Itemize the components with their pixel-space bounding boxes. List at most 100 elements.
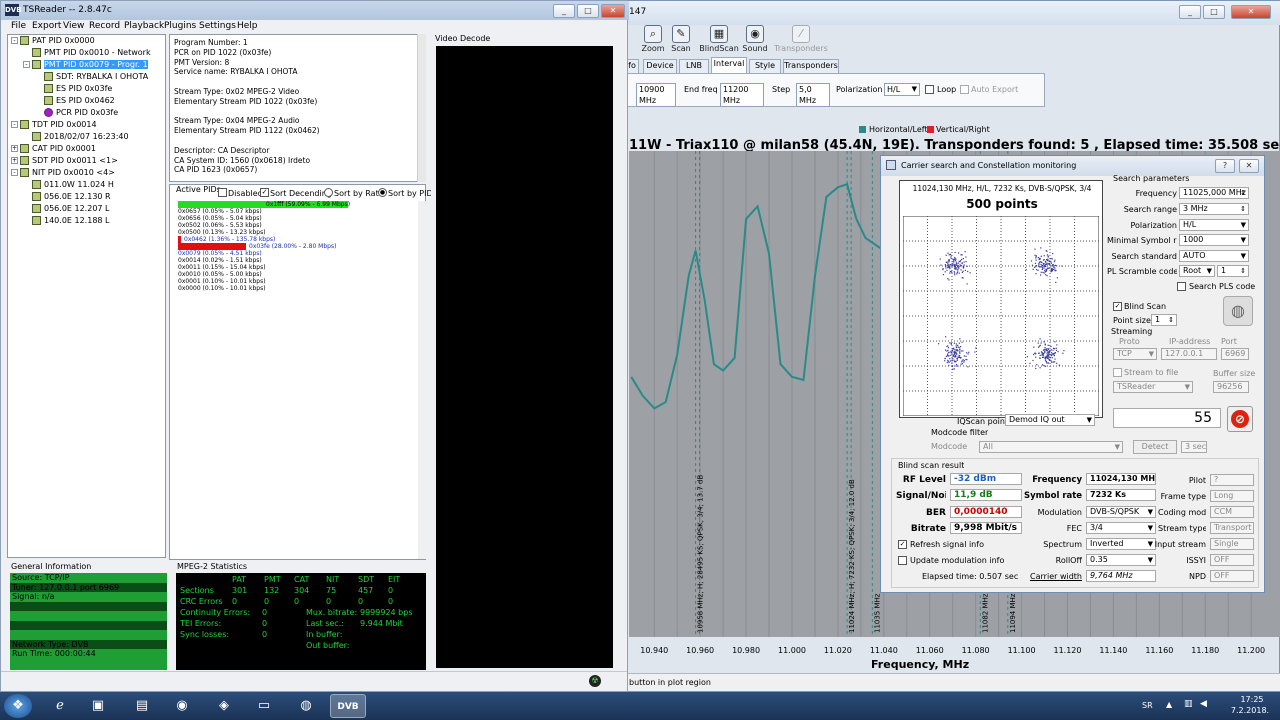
detect-seconds-select[interactable]: 3 sec: [1181, 441, 1207, 453]
media-player-icon[interactable]: ▣: [80, 694, 116, 718]
tree-node[interactable]: - PMT PID 0x0079 - Progr. 1: [8, 59, 165, 71]
detect-button[interactable]: Detect: [1133, 440, 1177, 454]
expand-icon[interactable]: +: [11, 145, 18, 152]
pl-code-input[interactable]: 1 ⇕: [1217, 265, 1249, 277]
tree-node[interactable]: 056.0E 12.207 L: [8, 203, 165, 215]
point-size-input[interactable]: 1 ⇕: [1151, 314, 1177, 326]
sort-rate-radio[interactable]: [324, 188, 333, 197]
sound-button[interactable]: ◉ Sound: [735, 23, 775, 57]
frequency-input[interactable]: 11025,000 MHz ⇕: [1179, 187, 1249, 199]
port-input[interactable]: 6969: [1221, 348, 1249, 360]
menu-export[interactable]: Export: [32, 21, 61, 31]
loop-checkbox[interactable]: [925, 85, 934, 94]
search-pls-checkbox[interactable]: [1177, 282, 1186, 291]
chrome-icon[interactable]: ◉: [164, 694, 200, 718]
blind-scan-checkbox[interactable]: ✓: [1113, 302, 1122, 311]
collapse-icon[interactable]: -: [11, 169, 18, 176]
tsr-close-button[interactable]: ✕: [601, 4, 625, 18]
reader-select[interactable]: TSReader ▼: [1113, 381, 1193, 393]
end-freq-input[interactable]: 11200 MHz: [720, 83, 764, 107]
tab-device[interactable]: Device: [643, 59, 677, 73]
ip-input[interactable]: 127.0.0.1: [1161, 348, 1217, 360]
spinner-icon[interactable]: ⇕: [1240, 266, 1246, 276]
update-modulation-checkbox[interactable]: [898, 556, 907, 565]
pid-row[interactable]: 0x0014 (0.02% - 1.51 kbps): [178, 257, 418, 264]
spinner-icon[interactable]: ⇕: [1240, 204, 1246, 214]
tree-node[interactable]: ES PID 0x0462: [8, 95, 165, 107]
tree-node[interactable]: PMT PID 0x0010 - Network: [8, 47, 165, 59]
globe-icon[interactable]: ◍: [288, 694, 324, 718]
tree-node[interactable]: ES PID 0x03fe: [8, 83, 165, 95]
iqscan-select[interactable]: Demod IQ out ▼: [1005, 414, 1095, 426]
pid-row[interactable]: 0x1fff (59.09% - 6.99 Mbps): [178, 201, 418, 208]
menu-plugins[interactable]: Plugins: [164, 21, 196, 31]
tree-node[interactable]: - TDT PID 0x0014: [8, 119, 165, 131]
network-icon[interactable]: ▥: [1184, 699, 1193, 709]
fec-select[interactable]: 3/4 ▼: [1086, 522, 1156, 534]
buffer-size-input[interactable]: 96256: [1213, 381, 1249, 393]
pid-row[interactable]: 0x0000 (0.10% - 10.01 kbps): [178, 285, 418, 292]
pids-scrollbar[interactable]: [418, 201, 426, 559]
stream-to-file-checkbox[interactable]: [1113, 368, 1122, 377]
menu-view[interactable]: View: [63, 21, 84, 31]
menu-file[interactable]: File: [11, 21, 26, 31]
pid-row[interactable]: 0x0657 (0.05% - 5.07 kbps): [178, 208, 418, 215]
start-button[interactable]: ❖: [4, 694, 32, 718]
tab-lnb[interactable]: LNB: [679, 59, 709, 73]
proto-select[interactable]: TCP ▼: [1113, 348, 1157, 360]
search-standard-select[interactable]: AUTO ▼: [1179, 250, 1249, 262]
tree-node[interactable]: PCR PID 0x03fe: [8, 107, 165, 119]
help-button[interactable]: ?: [1215, 159, 1235, 173]
tree-node[interactable]: 056.0E 12.130 R: [8, 191, 165, 203]
rolloff-select[interactable]: 0.35 ▼: [1086, 554, 1156, 566]
tree-node[interactable]: 011.0W 11.024 H: [8, 179, 165, 191]
step-input[interactable]: 5,0 MHz: [796, 83, 830, 107]
sort-desc-checkbox[interactable]: ✓: [260, 188, 269, 197]
ie-icon[interactable]: ℯ: [42, 694, 78, 718]
pid-row[interactable]: 0x0001 (0.10% - 10.01 kbps): [178, 278, 418, 285]
pid-row[interactable]: 0x0462 (1.36% - 135.78 kbps): [178, 236, 418, 243]
spinner-icon[interactable]: ⇕: [1168, 315, 1174, 325]
tree-node[interactable]: 2018/02/07 16:23:40: [8, 131, 165, 143]
modcode-select[interactable]: All ▼: [979, 441, 1123, 453]
start-freq-input[interactable]: 10900 MHz: [636, 83, 676, 107]
pid-row[interactable]: 0x0011 (0.15% - 15.04 kbps): [178, 264, 418, 271]
tab-style[interactable]: Style: [749, 59, 781, 73]
sort-pid-radio[interactable]: ●: [378, 188, 387, 197]
min-symbol-rate-select[interactable]: 1000 ▼: [1179, 234, 1249, 246]
modulation-select[interactable]: DVB-S/QPSK ▼: [1086, 506, 1156, 518]
pid-row[interactable]: 0x0500 (0.13% - 13.23 kbps): [178, 229, 418, 236]
minimize-button[interactable]: _: [1179, 5, 1201, 19]
polarization-select[interactable]: H/L ▼: [1179, 219, 1249, 231]
tree-node[interactable]: + CAT PID 0x0001: [8, 143, 165, 155]
menu-playback[interactable]: Playback: [124, 21, 164, 31]
collapse-icon[interactable]: -: [23, 61, 30, 68]
menu-settings[interactable]: Settings: [199, 21, 236, 31]
satellite-dish-icon[interactable]: ◍: [1223, 296, 1253, 326]
scan-button[interactable]: ✎ Scan: [661, 23, 701, 57]
info-scrollbar[interactable]: [417, 34, 426, 182]
clock-time[interactable]: 17:25: [1232, 695, 1272, 704]
pid-row[interactable]: 0x03fe (28.00% - 2.80 Mbps): [178, 243, 418, 250]
close-button[interactable]: ✕: [1231, 5, 1271, 19]
spectrum-select[interactable]: Inverted ▼: [1086, 538, 1156, 550]
pid-row[interactable]: 0x0079 (0.05% - 4.51 kbps): [178, 250, 418, 257]
nvidia-icon[interactable]: ◈: [206, 694, 242, 718]
search-range-input[interactable]: 3 MHz ⇕: [1179, 203, 1249, 215]
clock-date[interactable]: 7.2.2018.: [1228, 706, 1272, 715]
carrier-width-label[interactable]: Carrier width: [1024, 572, 1082, 581]
tsr-minimize-button[interactable]: _: [553, 4, 575, 18]
language-indicator[interactable]: SR: [1142, 701, 1153, 710]
folder-icon[interactable]: ▤: [124, 694, 160, 718]
volume-icon[interactable]: ◀: [1200, 699, 1207, 709]
polarization-select[interactable]: H/L ▼: [884, 83, 920, 96]
auto-export-checkbox[interactable]: [960, 85, 969, 94]
transponders-button[interactable]: ⁄ Transponders: [773, 23, 829, 57]
dialog-close-button[interactable]: ✕: [1239, 159, 1259, 173]
tree-node[interactable]: SDT: RYBALKA I OHOTA: [8, 71, 165, 83]
tsreader-taskbar-button[interactable]: DVB: [330, 694, 366, 718]
pid-row[interactable]: 0x0656 (0.05% - 5.04 kbps): [178, 215, 418, 222]
app-icon[interactable]: ▭: [246, 694, 282, 718]
expand-icon[interactable]: +: [11, 157, 18, 164]
pid-row[interactable]: 0x0502 (0.06% - 5.53 kbps): [178, 222, 418, 229]
